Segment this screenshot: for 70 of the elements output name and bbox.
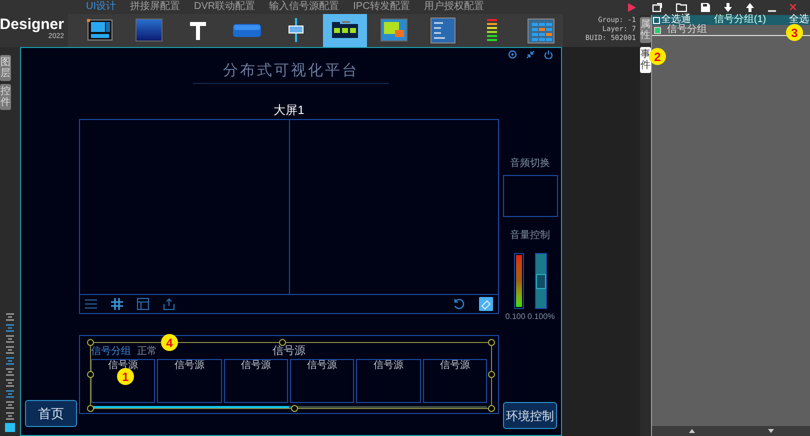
align-icon[interactable] xyxy=(5,335,15,343)
cell-label: 信号源 xyxy=(240,361,271,371)
screen-title: 大屏1 xyxy=(274,102,304,119)
matrix-tool-icon xyxy=(527,17,556,44)
window-tool-icon xyxy=(380,17,408,44)
volume-slider[interactable] xyxy=(534,253,546,309)
shrink-icon[interactable] xyxy=(526,50,535,59)
group-status: 正常 xyxy=(137,346,157,356)
tab[interactable]: 用户授权配置 xyxy=(424,2,484,12)
new-icon[interactable] xyxy=(652,3,662,12)
align-icon[interactable] xyxy=(5,324,15,332)
align-icon[interactable] xyxy=(5,379,15,387)
share-icon[interactable] xyxy=(163,298,175,310)
grid-icon[interactable] xyxy=(111,298,123,310)
power-icon[interactable] xyxy=(544,50,553,59)
gradient-tool-icon xyxy=(134,17,163,44)
select-all-checkbox[interactable] xyxy=(653,16,660,24)
download-icon[interactable] xyxy=(724,3,732,12)
cell-label: 信号源 xyxy=(108,361,138,371)
group-title: 信号源 xyxy=(272,346,306,357)
folder-icon[interactable] xyxy=(676,3,687,12)
select-all-label: 全选通 xyxy=(661,15,691,25)
upload-icon[interactable] xyxy=(746,3,754,12)
scroll-up-icon[interactable] xyxy=(688,429,694,433)
align-icon[interactable] xyxy=(5,390,15,398)
row-checkbox[interactable] xyxy=(654,26,661,34)
tab[interactable]: UI设计 xyxy=(86,2,116,12)
volume-reading: 0.100 0.100% xyxy=(505,313,555,321)
platform-title: 分布式可视化平台 xyxy=(193,60,389,84)
group-name: 信号分组 xyxy=(91,346,131,356)
panel-title: 信号分组(1) xyxy=(714,15,766,25)
home-button[interactable]: 首页 xyxy=(25,400,77,427)
align-icon[interactable] xyxy=(5,412,15,420)
align-icon[interactable] xyxy=(5,313,15,321)
signal-cell[interactable]: 信号源 xyxy=(290,359,354,403)
scroll-down-icon[interactable] xyxy=(768,429,774,433)
signal-cell[interactable]: 信号源 xyxy=(224,359,288,403)
select-all-button[interactable]: 全选 xyxy=(788,15,809,25)
settings-icon[interactable] xyxy=(508,50,517,59)
row-label: 信号分组 xyxy=(667,25,707,35)
tool-button[interactable] xyxy=(323,14,367,47)
tab[interactable]: IPC转发配置 xyxy=(353,2,410,12)
refresh-icon[interactable] xyxy=(453,298,465,310)
align-icon[interactable] xyxy=(5,401,15,409)
close-icon[interactable] xyxy=(790,4,796,12)
menu-icon[interactable] xyxy=(85,299,97,309)
signal-cell[interactable]: 信号源 xyxy=(422,359,487,403)
save-icon[interactable] xyxy=(701,3,710,12)
signal-cell[interactable]: 信号源 xyxy=(356,359,421,403)
signal-cell[interactable]: 信号源 xyxy=(157,359,222,403)
text-list-icon xyxy=(429,17,458,44)
cell-label: 信号源 xyxy=(174,361,204,371)
cell-label: 信号源 xyxy=(440,361,470,371)
volume-label: 音量控制 xyxy=(510,231,550,241)
level-meter xyxy=(514,253,524,309)
cell-label: 信号源 xyxy=(373,361,404,371)
align-icon[interactable] xyxy=(5,346,15,354)
tab[interactable]: 输入信号源配置 xyxy=(269,2,340,12)
tab[interactable]: 拼接屏配置 xyxy=(130,2,180,12)
environment-button[interactable]: 环境控制 xyxy=(503,402,557,429)
play-icon[interactable] xyxy=(627,3,636,12)
audio-box xyxy=(502,175,558,217)
audio-label: 音频切换 xyxy=(510,159,550,169)
tab[interactable]: DVR联动配置 xyxy=(194,2,256,12)
cell-label: 信号源 xyxy=(307,361,338,371)
app-logo: Designer xyxy=(0,17,64,32)
align-icon[interactable] xyxy=(5,368,15,376)
scrollbar[interactable] xyxy=(652,426,810,436)
align-icon[interactable] xyxy=(5,357,15,365)
layout-icon[interactable] xyxy=(137,298,149,310)
